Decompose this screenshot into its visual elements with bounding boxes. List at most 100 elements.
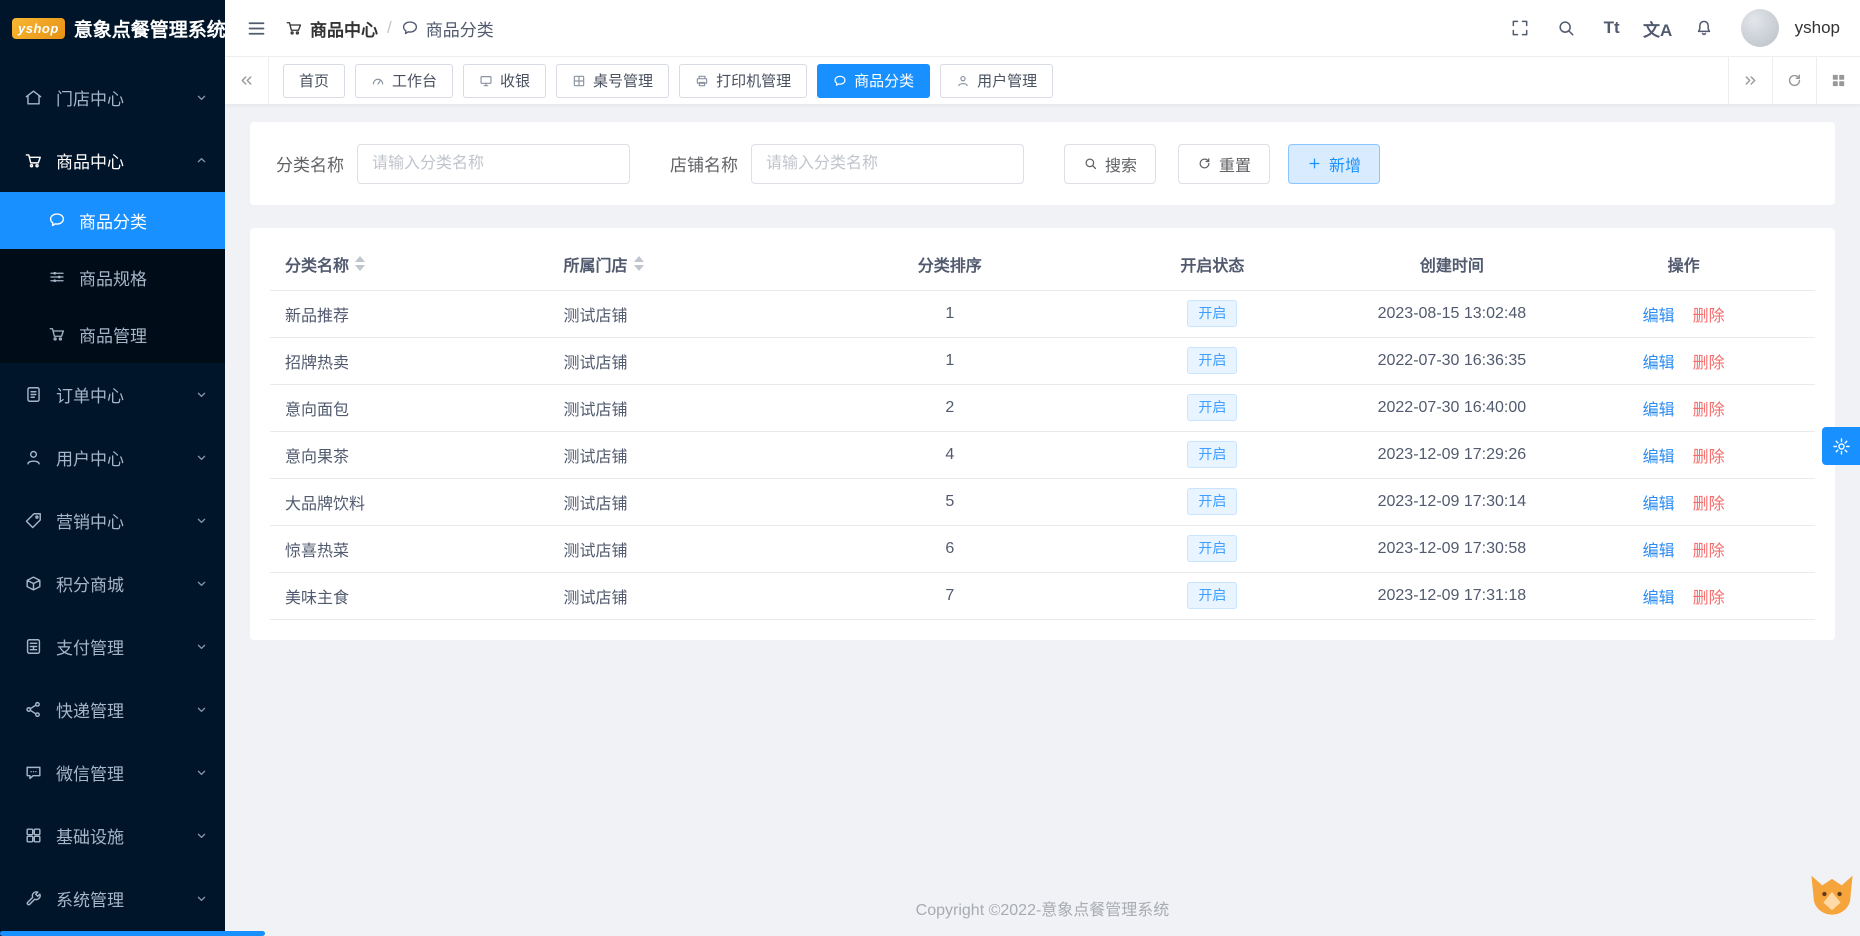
category-name-cell: 新品推荐 bbox=[270, 290, 564, 338]
sidebar-item-product-spec[interactable]: 商品规格 bbox=[0, 249, 225, 306]
tab-workbench[interactable]: 工作台 bbox=[355, 63, 454, 98]
tab-label: 首页 bbox=[299, 73, 330, 90]
chevron-down-icon bbox=[194, 387, 209, 402]
sidebar-item-wechat-manage[interactable]: 微信管理 bbox=[0, 741, 225, 804]
store-cell: 测试店铺 bbox=[563, 290, 827, 338]
top-header: 商品中心 / 商品分类 Tt 文A yshop bbox=[225, 0, 1860, 57]
copyright-footer: Copyright ©2022-意象点餐管理系统 bbox=[915, 902, 1170, 919]
tab-label: 打印机管理 bbox=[716, 73, 792, 90]
monitor-icon bbox=[479, 74, 493, 88]
search-button[interactable]: 搜索 bbox=[1064, 143, 1157, 184]
category-name-cell: 意向果茶 bbox=[270, 431, 564, 479]
created-cell: 2023-12-09 17:30:14 bbox=[1351, 478, 1553, 526]
sidebar: yshop 意象点餐管理系统 门店中心 商品中心 商品分类 商品规格 商品管理 … bbox=[0, 0, 225, 936]
sidebar-item-express-manage[interactable]: 快递管理 bbox=[0, 678, 225, 741]
sidebar-item-payment-manage[interactable]: 支付管理 bbox=[0, 615, 225, 678]
store-name-input[interactable] bbox=[751, 143, 1024, 184]
sidebar-item-label: 系统管理 bbox=[56, 891, 124, 910]
col-header-label: 所属门店 bbox=[563, 257, 628, 275]
tab-user-manage[interactable]: 用户管理 bbox=[940, 63, 1054, 98]
chevron-down-icon bbox=[194, 639, 209, 654]
sidebar-item-order-center[interactable]: 订单中心 bbox=[0, 363, 225, 426]
sidebar-item-product-category[interactable]: 商品分类 bbox=[0, 192, 225, 249]
store-cell: 测试店铺 bbox=[563, 525, 827, 573]
breadcrumb-item-product-center[interactable]: 商品中心 bbox=[285, 16, 378, 41]
category-name-cell: 招牌热卖 bbox=[270, 337, 564, 385]
translate-icon[interactable]: 文A bbox=[1639, 9, 1677, 47]
user-icon bbox=[956, 74, 970, 88]
delete-link[interactable]: 删除 bbox=[1693, 402, 1725, 419]
chevron-down-icon bbox=[194, 576, 209, 591]
tab-product-category[interactable]: 商品分类 bbox=[817, 63, 931, 98]
delete-link[interactable]: 删除 bbox=[1693, 590, 1725, 607]
delete-link[interactable]: 删除 bbox=[1693, 496, 1725, 513]
fullscreen-icon[interactable] bbox=[1501, 9, 1539, 47]
edit-link[interactable]: 编辑 bbox=[1643, 308, 1675, 325]
tabs-options-grid-icon[interactable] bbox=[1816, 57, 1860, 104]
user-avatar[interactable] bbox=[1740, 9, 1779, 47]
table-card: 分类名称 所属门店 分类排序 开启状态 创建时间 操作 新品推荐 测试店铺 1 … bbox=[250, 228, 1835, 640]
refresh-icon[interactable] bbox=[1772, 57, 1816, 104]
sidebar-item-marketing-center[interactable]: 营销中心 bbox=[0, 489, 225, 552]
delete-link[interactable]: 删除 bbox=[1693, 449, 1725, 466]
sidebar-item-system-manage[interactable]: 系统管理 bbox=[0, 867, 225, 930]
table-row: 新品推荐 测试店铺 1 开启 2023-08-15 13:02:48 编辑 删除 bbox=[270, 290, 1815, 338]
table-row: 大品牌饮料 测试店铺 5 开启 2023-12-09 17:30:14 编辑 删除 bbox=[270, 478, 1815, 526]
edit-link[interactable]: 编辑 bbox=[1643, 543, 1675, 560]
plus-icon bbox=[1307, 156, 1322, 171]
sidebar-item-user-center[interactable]: 用户中心 bbox=[0, 426, 225, 489]
tab-label: 工作台 bbox=[392, 73, 438, 90]
col-header-created: 创建时间 bbox=[1351, 238, 1553, 291]
sort-carets-icon[interactable] bbox=[633, 256, 644, 272]
dashboard-icon bbox=[371, 74, 385, 88]
tabs-scroll-left-icon[interactable] bbox=[225, 57, 269, 104]
sidebar-item-product-manage[interactable]: 商品管理 bbox=[0, 306, 225, 363]
category-name-cell: 意向面包 bbox=[270, 384, 564, 432]
mascot-widget[interactable] bbox=[1806, 868, 1858, 920]
edit-link[interactable]: 编辑 bbox=[1643, 590, 1675, 607]
edit-link[interactable]: 编辑 bbox=[1643, 496, 1675, 513]
chevron-down-icon bbox=[194, 891, 209, 906]
sidebar-item-product-center[interactable]: 商品中心 bbox=[0, 129, 225, 192]
edit-link[interactable]: 编辑 bbox=[1643, 355, 1675, 372]
product-center-submenu: 商品分类 商品规格 商品管理 bbox=[0, 192, 225, 363]
store-cell: 测试店铺 bbox=[563, 384, 827, 432]
bell-icon[interactable] bbox=[1685, 9, 1723, 47]
tab-home[interactable]: 首页 bbox=[283, 63, 346, 98]
edit-link[interactable]: 编辑 bbox=[1643, 449, 1675, 466]
delete-link[interactable]: 删除 bbox=[1693, 355, 1725, 372]
sidebar-item-infrastructure[interactable]: 基础设施 bbox=[0, 804, 225, 867]
tab-printer-manage[interactable]: 打印机管理 bbox=[679, 63, 808, 98]
add-button[interactable]: 新增 bbox=[1288, 143, 1381, 184]
sidebar-item-points-mall[interactable]: 积分商城 bbox=[0, 552, 225, 615]
category-name-input[interactable] bbox=[357, 143, 630, 184]
horizontal-scrollbar-thumb[interactable] bbox=[0, 931, 265, 936]
status-cell: 开启 bbox=[1073, 337, 1352, 385]
username[interactable]: yshop bbox=[1795, 18, 1840, 38]
search-icon[interactable] bbox=[1547, 9, 1585, 47]
delete-link[interactable]: 删除 bbox=[1693, 308, 1725, 325]
font-size-icon[interactable]: Tt bbox=[1593, 9, 1631, 47]
reset-button[interactable]: 重置 bbox=[1178, 143, 1271, 184]
tabs-scroll-right-icon[interactable] bbox=[1728, 57, 1772, 104]
hamburger-menu-icon[interactable] bbox=[237, 9, 275, 47]
sidebar-item-label: 基础设施 bbox=[56, 828, 124, 847]
tag-icon bbox=[24, 511, 43, 530]
sidebar-item-label: 商品分类 bbox=[79, 213, 147, 232]
sort-carets-icon[interactable] bbox=[355, 256, 366, 272]
status-badge: 开启 bbox=[1187, 488, 1238, 515]
tab-cashier[interactable]: 收银 bbox=[463, 63, 547, 98]
settings-fab[interactable] bbox=[1822, 427, 1860, 465]
user-icon bbox=[24, 448, 43, 467]
delete-link[interactable]: 删除 bbox=[1693, 543, 1725, 560]
main-area: 商品中心 / 商品分类 Tt 文A yshop 首页 工作台 收银 桌号管理 打… bbox=[225, 0, 1860, 936]
sidebar-item-label: 门店中心 bbox=[56, 90, 124, 109]
sidebar-item-label: 支付管理 bbox=[56, 639, 124, 658]
breadcrumb-item-product-category[interactable]: 商品分类 bbox=[401, 16, 494, 41]
tab-bar: 首页 工作台 收银 桌号管理 打印机管理 商品分类 用户管理 bbox=[225, 57, 1860, 105]
sidebar-item-store-center[interactable]: 门店中心 bbox=[0, 66, 225, 129]
breadcrumb-separator: / bbox=[387, 18, 392, 37]
tab-table-manage[interactable]: 桌号管理 bbox=[556, 63, 670, 98]
edit-link[interactable]: 编辑 bbox=[1643, 402, 1675, 419]
cart-icon bbox=[48, 325, 67, 344]
